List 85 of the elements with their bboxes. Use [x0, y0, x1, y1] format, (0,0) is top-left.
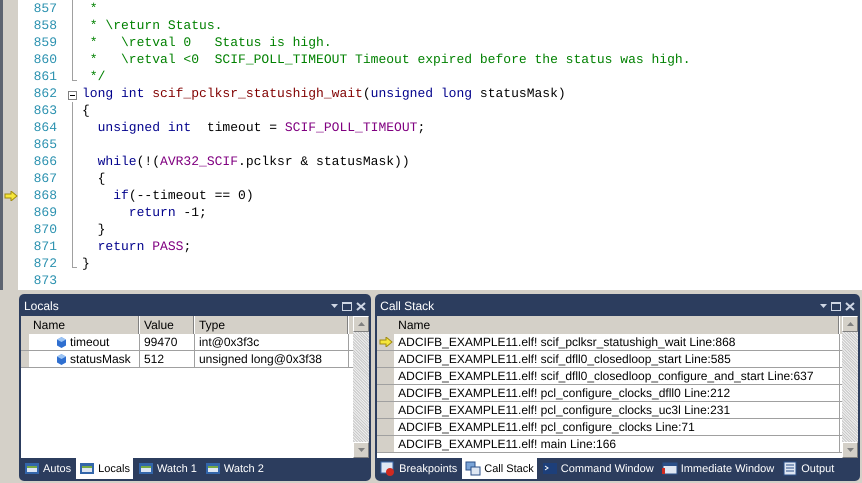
line-number: 865 [32, 137, 58, 152]
line-number: 868 [32, 188, 58, 203]
close-icon[interactable] [845, 302, 855, 310]
variable-name: statusMask [70, 352, 131, 366]
column-header[interactable]: Value [140, 316, 195, 334]
dropdown-icon[interactable] [331, 304, 338, 308]
panel-tab[interactable]: Breakpoints [377, 458, 460, 479]
line-number: 862 [32, 86, 58, 101]
line-number: 858 [32, 18, 58, 33]
code-line: * \retval <0 SCIF_POLL_TIMEOUT Timeout expired before the status was high. [88, 52, 690, 67]
line-number: 857 [32, 1, 58, 16]
column-header[interactable]: Name [29, 316, 140, 334]
panel-tab[interactable]: Locals [76, 458, 133, 479]
variable-icon [57, 354, 66, 364]
code-line: return -1; [128, 205, 207, 220]
line-number: 861 [32, 69, 58, 84]
stack-frame[interactable]: ADCIFB_EXAMPLE11.elf! main Line:166 [398, 437, 616, 451]
tab-icon [24, 461, 40, 476]
code-line: { [81, 103, 90, 118]
code-line: * [88, 1, 98, 16]
variable-icon [57, 336, 66, 348]
line-number: 872 [32, 256, 58, 271]
variable-type: unsigned long@0x3f38 [199, 352, 322, 366]
variable-value: 512 [144, 352, 164, 366]
panel-title: Call Stack [380, 299, 434, 313]
tab-icon [380, 461, 396, 476]
tab-icon [542, 461, 558, 476]
stack-frame[interactable]: ADCIFB_EXAMPLE11.elf! pcl_configure_clocks_dfll0 Line:212 [398, 386, 730, 400]
row-header[interactable] [377, 334, 394, 350]
column-header[interactable]: Type [195, 316, 349, 334]
code-line: return PASS; [96, 239, 192, 254]
scroll-down-button[interactable] [353, 442, 370, 458]
maximize-icon[interactable] [342, 302, 352, 310]
scroll-up-button[interactable] [353, 316, 370, 332]
line-number: 860 [32, 52, 58, 67]
panel-tab[interactable]: Watch 2 [202, 458, 267, 479]
variable-type: int@0x3f3c [199, 335, 260, 349]
line-number: 870 [32, 222, 58, 237]
code-line: while(!(AVR32_SCIF.pclksr & statusMask)) [96, 154, 410, 169]
panel-tab[interactable]: Call Stack [462, 458, 537, 479]
line-number: 866 [32, 154, 58, 169]
stack-frame[interactable]: ADCIFB_EXAMPLE11.elf! scif_pclksr_statushigh_wait Line:868 [398, 335, 736, 349]
code-line: * \retval 0 Status is high. [88, 35, 332, 50]
close-icon[interactable] [356, 302, 366, 310]
stack-frame[interactable]: ADCIFB_EXAMPLE11.elf! pcl_configure_clocks_uc3l Line:231 [398, 403, 730, 417]
panel-tab[interactable]: Output [779, 458, 838, 479]
panel-tab[interactable]: Watch 1 [134, 458, 200, 479]
code-line: unsigned int timeout = SCIF_POLL_TIMEOUT; [96, 120, 426, 135]
code-line: } [96, 222, 106, 237]
panel-title: Locals [24, 299, 59, 313]
up-arrow-icon [358, 322, 365, 326]
code-line: * \return Status. [88, 18, 222, 33]
panel-tab[interactable]: Command Window [538, 458, 657, 479]
line-number: 864 [32, 120, 58, 135]
collapse-icon[interactable] [68, 91, 77, 100]
line-number: 873 [32, 273, 58, 288]
panel-tab[interactable]: Autos [21, 458, 74, 479]
stack-frame[interactable]: ADCIFB_EXAMPLE11.elf! pcl_configure_clocks Line:71 [398, 420, 695, 434]
maximize-icon[interactable] [831, 302, 841, 310]
scrollbar[interactable] [353, 316, 370, 458]
line-number: 859 [32, 35, 58, 50]
line-number: 871 [32, 239, 58, 254]
tab-icon [662, 461, 678, 476]
code-line: long int scif_pclksr_statushigh_wait(unsigned long statusMask) [81, 86, 566, 101]
tab-icon [465, 461, 482, 476]
variable-name: timeout [70, 335, 110, 349]
down-arrow-icon [846, 448, 854, 452]
stack-frame[interactable]: ADCIFB_EXAMPLE11.elf! scif_dfll0_closedloop_start Line:585 [398, 352, 731, 366]
down-arrow-icon [358, 448, 365, 452]
variable-value: 99470 [144, 335, 178, 349]
tab-icon [138, 461, 154, 476]
code-line: */ [88, 69, 106, 84]
line-number: 863 [32, 103, 58, 118]
code-line: { [96, 171, 106, 186]
panel-tab[interactable]: Immediate Window [658, 458, 778, 479]
code-line: if(--timeout == 0) [112, 188, 254, 203]
line-number: 867 [32, 171, 58, 186]
tab-icon [79, 461, 96, 476]
stack-frame[interactable]: ADCIFB_EXAMPLE11.elf! scif_dfll0_closedloop_configure_and_start Line:637 [398, 369, 814, 383]
line-number: 869 [32, 205, 58, 220]
up-arrow-icon [846, 322, 854, 326]
tab-icon [782, 461, 798, 476]
tab-icon [204, 461, 221, 476]
code-line: } [81, 256, 90, 271]
dropdown-icon[interactable] [820, 304, 827, 308]
